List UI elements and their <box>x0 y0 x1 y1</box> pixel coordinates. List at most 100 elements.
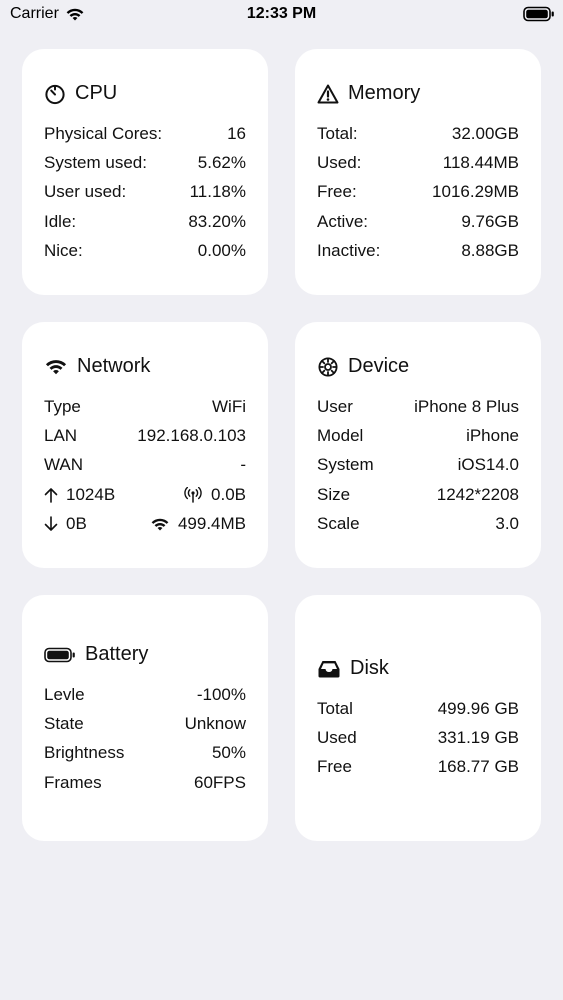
row-value: 83.20% <box>188 211 246 231</box>
cellular-value: 0.0B <box>211 484 246 504</box>
row-value: 192.168.0.103 <box>137 426 246 446</box>
network-row-type: Type WiFi <box>44 392 246 421</box>
row-label: Nice: <box>44 241 83 261</box>
row-value: - <box>240 455 246 475</box>
device-row-model: Model iPhone <box>317 421 519 450</box>
wifi-traffic-stat: 499.4MB <box>150 514 246 534</box>
wifi-icon <box>151 518 169 531</box>
cpu-stats: Physical Cores: 16 System used: 5.62% Us… <box>44 119 246 266</box>
disk-card-title: Disk <box>350 657 389 679</box>
timer-icon <box>45 84 65 104</box>
memory-row-active: Active: 9.76GB <box>317 207 519 236</box>
cpu-card: CPU Physical Cores: 16 System used: 5.62… <box>22 49 268 295</box>
disk-row-free: Free 168.77 GB <box>317 753 519 782</box>
row-value: 1016.29MB <box>432 182 519 202</box>
row-value: 9.76GB <box>461 211 519 231</box>
cpu-row-user-used: User used: 11.18% <box>44 178 246 207</box>
wifi-traffic-value: 499.4MB <box>177 514 246 534</box>
row-label: Inactive: <box>317 241 381 261</box>
row-label: Levle <box>44 684 85 704</box>
memory-stats: Total: 32.00GB Used: 118.44MB Free: 1016… <box>317 119 519 266</box>
upload-stat: 1024B <box>44 485 115 505</box>
row-value: 32.00GB <box>451 123 519 143</box>
network-row-traffic-down: 0B 499.4MB <box>44 510 246 539</box>
network-row-traffic-up: 1024B 0.0B <box>44 480 246 509</box>
disk-card-header: Disk <box>317 657 389 680</box>
battery-stats: Levle -100% State Unknow Brightness 50% … <box>44 680 246 798</box>
cpu-card-title: CPU <box>75 82 118 104</box>
row-label: Used <box>317 728 357 748</box>
warning-triangle-icon <box>317 84 339 103</box>
battery-full-icon <box>523 6 554 22</box>
network-row-lan: LAN 192.168.0.103 <box>44 421 246 450</box>
disk-stats: Total 499.96 GB Used 331.19 GB Free 168.… <box>317 694 519 782</box>
row-value: 16 <box>227 123 246 143</box>
row-value: 60FPS <box>194 772 246 792</box>
row-label: Model <box>317 426 364 446</box>
row-label: WAN <box>44 455 84 475</box>
row-value: iPhone 8 Plus <box>414 396 519 416</box>
device-stats: User iPhone 8 Plus Model iPhone System i… <box>317 392 519 539</box>
row-value: 118.44MB <box>442 153 519 173</box>
battery-icon <box>44 647 75 662</box>
row-label: State <box>44 714 84 734</box>
row-value: 1242*2208 <box>436 484 519 504</box>
row-label: Size <box>317 484 351 504</box>
disk-row-used: Used 331.19 GB <box>317 723 519 752</box>
network-card: Network Type WiFi LAN 192.168.0.103 WAN … <box>22 322 268 568</box>
row-label: User <box>317 396 353 416</box>
row-label: Type <box>44 396 81 416</box>
device-card: Device User iPhone 8 Plus Model iPhone S… <box>295 322 541 568</box>
gear-icon <box>318 356 338 377</box>
cpu-row-nice: Nice: 0.00% <box>44 237 246 266</box>
row-value: 168.77 GB <box>437 757 519 777</box>
network-card-header: Network <box>44 355 150 378</box>
row-label: Total: <box>317 123 358 143</box>
row-value: 0.00% <box>197 241 246 261</box>
download-stat: 0B <box>44 514 87 534</box>
row-label: Free: <box>317 182 357 202</box>
cpu-card-header: CPU <box>44 82 117 105</box>
row-label: Used: <box>317 153 362 173</box>
device-row-size: Size 1242*2208 <box>317 480 519 509</box>
row-value: 499.96 GB <box>437 698 519 718</box>
device-row-system: System iOS14.0 <box>317 451 519 480</box>
row-label: Total <box>317 698 353 718</box>
row-value: -100% <box>196 684 246 704</box>
disk-card: Disk Total 499.96 GB Used 331.19 GB Free… <box>295 595 541 841</box>
row-value: 331.19 GB <box>437 728 519 748</box>
memory-row-free: Free: 1016.29MB <box>317 178 519 207</box>
row-value: 5.62% <box>197 153 246 173</box>
memory-row-used: Used: 118.44MB <box>317 148 519 177</box>
row-label: System <box>317 455 374 475</box>
row-label: Free <box>317 757 352 777</box>
battery-card-title: Battery <box>85 643 149 665</box>
row-label: Frames <box>44 772 102 792</box>
row-value: 3.0 <box>495 514 519 534</box>
status-time: 12:33 PM <box>246 5 317 22</box>
device-card-header: Device <box>317 355 409 378</box>
row-value: 50% <box>211 743 246 763</box>
memory-row-inactive: Inactive: 8.88GB <box>317 237 519 266</box>
battery-row-brightness: Brightness 50% <box>44 739 246 768</box>
disk-row-total: Total 499.96 GB <box>317 694 519 723</box>
row-label: LAN <box>44 426 78 446</box>
arrow-up-icon <box>44 488 58 503</box>
battery-card-header: Battery <box>44 643 148 666</box>
cellular-stat: 0.0B <box>183 485 246 505</box>
cpu-row-physical-cores: Physical Cores: 16 <box>44 119 246 148</box>
arrow-down-icon <box>44 516 58 532</box>
cpu-row-idle: Idle: 83.20% <box>44 207 246 236</box>
status-bar: Carrier 12:33 PM <box>0 0 563 30</box>
battery-row-frames: Frames 60FPS <box>44 768 246 797</box>
row-label: Idle: <box>44 211 77 231</box>
row-label: Scale <box>317 514 360 534</box>
row-value: 11.18% <box>189 182 246 202</box>
network-stats: Type WiFi LAN 192.168.0.103 WAN - 1024B <box>44 392 246 539</box>
memory-card-header: Memory <box>317 82 420 105</box>
upload-value: 1024B <box>66 484 116 504</box>
network-row-wan: WAN - <box>44 451 246 480</box>
row-value: Unknow <box>184 714 246 734</box>
row-value: 8.88GB <box>461 241 519 261</box>
battery-card: Battery Levle -100% State Unknow Brightn… <box>22 595 268 841</box>
